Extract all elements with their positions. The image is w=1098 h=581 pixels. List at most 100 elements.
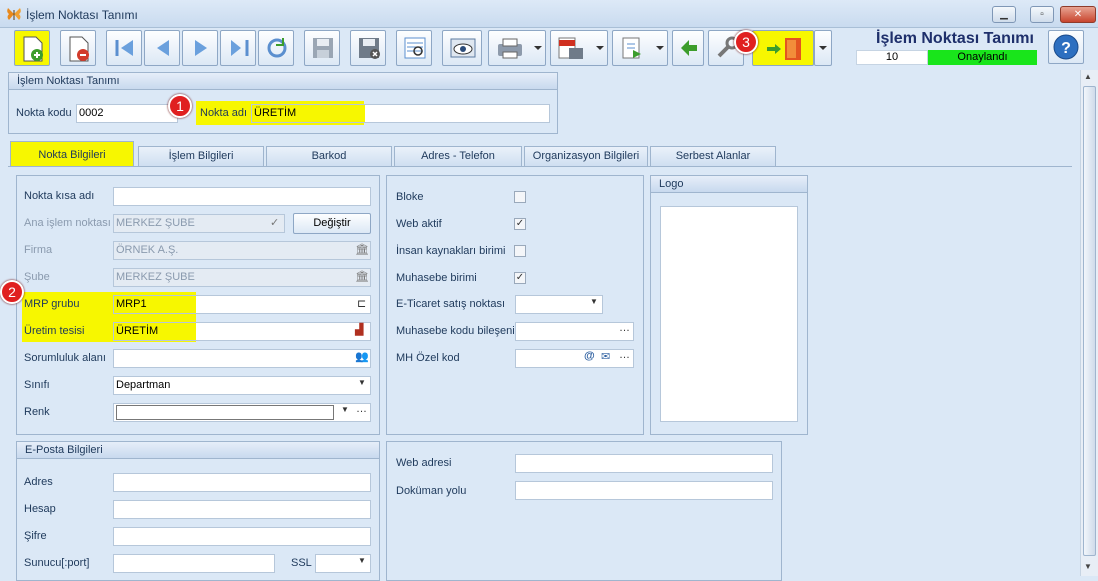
save-close-button[interactable]	[350, 30, 386, 66]
acc-code-input[interactable]	[515, 322, 634, 341]
bank-icon: 🏛	[355, 271, 369, 283]
email-title: E-Posta Bilgileri	[17, 442, 379, 459]
doc-path-input[interactable]	[515, 481, 773, 500]
factory-icon[interactable]: ▟	[355, 323, 363, 336]
minimize-button[interactable]: ▁	[992, 6, 1016, 23]
short-name-label: Nokta kısa adı	[24, 190, 95, 202]
previous-record-icon	[157, 40, 169, 56]
tree-icon[interactable]: ⊏	[357, 297, 366, 310]
tab-nokta-bilgileri[interactable]: Nokta Bilgileri	[10, 141, 134, 167]
chevron-down-icon: ▼	[358, 556, 366, 565]
refresh-button[interactable]	[258, 30, 294, 66]
ecommerce-label: E-Ticaret satış noktası	[396, 298, 506, 310]
tab-organizasyon[interactable]: Organizasyon Bilgileri	[524, 146, 648, 166]
help-button[interactable]: ?	[1048, 30, 1084, 64]
save-close-icon	[359, 38, 380, 59]
change-button[interactable]: Değiştir	[293, 213, 371, 234]
ellipsis-icon[interactable]: …	[619, 349, 630, 361]
pdf-export-button[interactable]	[550, 30, 608, 66]
new-button[interactable]	[14, 30, 50, 66]
vertical-scrollbar[interactable]: ▲ ▼	[1080, 70, 1098, 576]
tab-serbest-alanlar[interactable]: Serbest Alanlar	[650, 146, 776, 166]
chevron-down-icon: ▼	[590, 297, 598, 306]
accounting-unit-checkbox[interactable]: ✓	[514, 272, 526, 284]
email-server-input[interactable]	[113, 554, 275, 573]
plant-input[interactable]: ÜRETİM	[113, 322, 371, 341]
first-record-button[interactable]	[106, 30, 142, 66]
main-point-input: MERKEZ ŞUBE	[113, 214, 285, 233]
scroll-down-icon[interactable]: ▼	[1084, 562, 1092, 571]
doc-path-label: Doküman yolu	[396, 485, 467, 497]
new-document-icon	[23, 36, 43, 62]
tab-adres-telefon[interactable]: Adres - Telefon	[394, 146, 522, 166]
email-password-input[interactable]	[113, 527, 371, 546]
close-button[interactable]: ✕	[1060, 6, 1096, 23]
code-input[interactable]: 0002	[76, 104, 178, 123]
butterfly-icon	[7, 8, 21, 20]
email-address-input[interactable]	[113, 473, 371, 492]
web-address-label: Web adresi	[396, 457, 452, 469]
at-icon[interactable]: @	[584, 350, 595, 362]
logo-image[interactable]	[660, 206, 798, 422]
name-input[interactable]: ÜRETİM	[251, 104, 550, 123]
refresh-icon	[267, 38, 287, 58]
maximize-button[interactable]: ▫	[1030, 6, 1054, 23]
mail-icon[interactable]: ✉	[601, 350, 610, 363]
preview-icon	[404, 37, 426, 59]
tab-barkod[interactable]: Barkod	[266, 146, 392, 166]
record-number: 10	[856, 50, 928, 65]
responsibility-label: Sorumluluk alanı	[24, 352, 106, 364]
class-label: Sınıfı	[24, 379, 50, 391]
main-point-label: Ana işlem noktası	[24, 217, 111, 229]
ellipsis-icon[interactable]: …	[356, 403, 367, 415]
tab-islem-bilgileri[interactable]: İşlem Bilgileri	[138, 146, 264, 166]
view-button[interactable]	[442, 30, 482, 66]
marker-2: 2	[0, 280, 24, 304]
color-label: Renk	[24, 406, 50, 418]
print-button[interactable]	[488, 30, 546, 66]
previous-record-button[interactable]	[144, 30, 180, 66]
responsibility-input[interactable]	[113, 349, 371, 368]
preview-button[interactable]	[396, 30, 432, 66]
title-bar: İşlem Noktası Tanımı ▁ ▫ ✕	[0, 0, 1098, 28]
block-label: Bloke	[396, 191, 424, 203]
scroll-thumb[interactable]	[1083, 86, 1096, 556]
branch-label: Şube	[24, 271, 50, 283]
chevron-down-icon[interactable]: ▼	[341, 405, 349, 414]
check-icon: ✓	[270, 217, 280, 229]
mrp-input[interactable]: MRP1	[113, 295, 371, 314]
ellipsis-icon[interactable]: …	[619, 322, 630, 334]
last-record-icon	[231, 40, 249, 56]
email-account-input[interactable]	[113, 500, 371, 519]
print-icon	[498, 38, 522, 59]
back-button[interactable]	[672, 30, 704, 66]
web-address-input[interactable]	[515, 454, 773, 473]
first-record-icon	[115, 40, 133, 56]
save-button[interactable]	[304, 30, 340, 66]
firm-input: ÖRNEK A.Ş.	[113, 241, 371, 260]
header-title: İşlem Noktası Tanımı	[876, 30, 1034, 47]
panel-title: İşlem Noktası Tanımı	[9, 73, 557, 90]
scroll-up-icon[interactable]: ▲	[1084, 72, 1092, 81]
web-active-checkbox[interactable]: ✓	[514, 218, 526, 230]
email-password-label: Şifre	[24, 530, 47, 542]
class-select[interactable]: Departman	[113, 376, 371, 395]
block-checkbox[interactable]	[514, 191, 526, 203]
delete-button[interactable]	[60, 30, 96, 66]
export-button[interactable]	[612, 30, 668, 66]
exit-dropdown-button[interactable]	[814, 30, 832, 66]
plant-label: Üretim tesisi	[24, 325, 85, 337]
next-record-button[interactable]	[182, 30, 218, 66]
mh-code-label: MH Özel kod	[396, 352, 460, 364]
firm-label: Firma	[24, 244, 53, 256]
delete-document-icon	[69, 36, 89, 62]
mh-code-input[interactable]	[515, 349, 634, 368]
short-name-input[interactable]	[113, 187, 371, 206]
exit-button[interactable]	[752, 30, 814, 66]
export-icon	[622, 37, 641, 59]
logo-title: Logo	[651, 176, 807, 193]
people-icon[interactable]: 👥	[355, 350, 369, 363]
last-record-button[interactable]	[220, 30, 256, 66]
hr-unit-checkbox[interactable]	[514, 245, 526, 257]
acc-code-label: Muhasebe kodu bileşeni	[396, 325, 515, 337]
